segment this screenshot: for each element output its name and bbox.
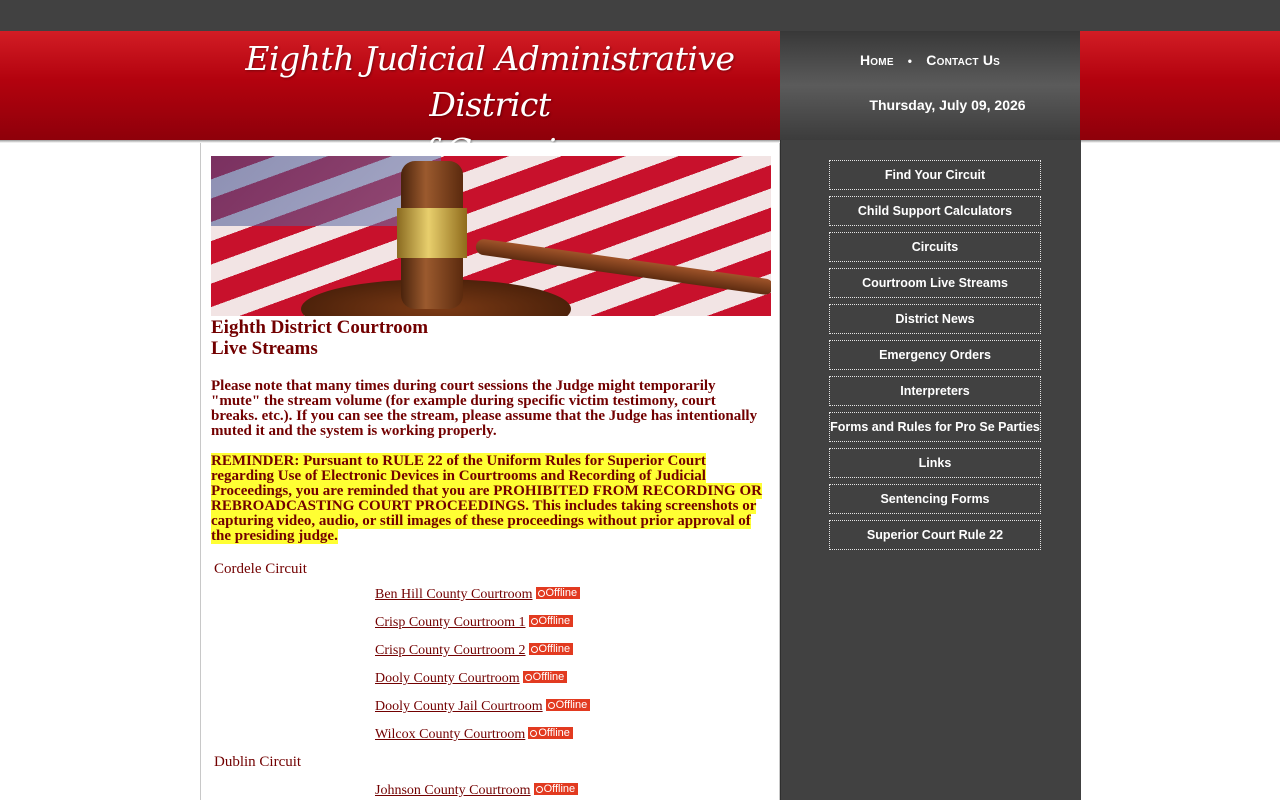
circuit-name: Dublin Circuit [214,754,302,770]
sidebar-item-superior-court-rule-22[interactable]: Superior Court Rule 22 [829,520,1041,550]
courtroom-link[interactable]: Dooly County Courtroom [375,671,520,686]
page-title-line2: Live Streams [211,338,318,359]
status-label: Offline [543,783,576,795]
offline-badge: Offline [528,727,573,739]
status-label: Offline [538,615,571,627]
power-icon [530,730,538,737]
sidebar: Find Your Circuit Child Support Calculat… [780,140,1081,800]
status-label: Offline [532,671,565,683]
main-content: Eighth District Courtroom Live Streams P… [200,143,780,800]
sidebar-item-circuits[interactable]: Circuits [829,232,1041,262]
current-date: Thursday, July 09, 2026 [869,97,1026,113]
sidebar-item-sentencing-forms[interactable]: Sentencing Forms [829,484,1041,514]
power-icon [530,618,538,625]
power-icon [524,674,532,681]
offline-badge: Offline [545,699,591,711]
power-icon [535,786,543,793]
courtroom-link[interactable]: Crisp County Courtroom 2 [375,643,526,658]
sidebar-item-courtroom-live-streams[interactable]: Courtroom Live Streams [829,268,1041,298]
recording-reminder: REMINDER: Pursuant to RULE 22 of the Uni… [211,453,766,544]
courtroom-link[interactable]: Wilcox County Courtroom [375,727,525,742]
power-icon [530,646,538,653]
sidebar-item-interpreters[interactable]: Interpreters [829,376,1041,406]
site-title-line1: Eighth Judicial Administrative District [245,39,735,124]
page-title-line1: Eighth District Courtroom [211,317,429,338]
sidebar-item-links[interactable]: Links [829,448,1041,478]
top-bar [0,0,1280,31]
status-label: Offline [538,727,570,739]
courtroom-item: Crisp County Courtroom 2 Offline [375,643,574,659]
courtroom-item: Crisp County Courtroom 1 Offline [375,615,574,631]
offline-badge: Offline [528,643,574,655]
courtroom-item: Ben Hill County Courtroom Offline [375,587,581,603]
status-label: Offline [545,587,578,599]
header-nav-box: Home • Contact Us Thursday, July 09, 202… [780,31,1080,140]
sidebar-item-district-news[interactable]: District News [829,304,1041,334]
recording-reminder-text: REMINDER: Pursuant to RULE 22 of the Uni… [211,453,762,544]
sidebar-item-emergency-orders[interactable]: Emergency Orders [829,340,1041,370]
hero-gavel-band [397,208,467,258]
hero-gavel-image [211,156,771,316]
offline-badge: Offline [528,615,574,627]
courtroom-item: Johnson County Courtroom Offline [375,783,579,799]
status-label: Offline [555,699,588,711]
offline-badge: Offline [533,783,579,795]
offline-badge: Offline [535,587,581,599]
power-icon [537,590,545,597]
courtroom-link[interactable]: Ben Hill County Courtroom [375,587,533,602]
courtroom-link[interactable]: Johnson County Courtroom [375,783,531,798]
power-icon [547,702,555,709]
courtroom-item: Wilcox County Courtroom Offline [375,727,573,743]
page-title: Eighth District Courtroom Live Streams [211,317,428,359]
circuit-name: Cordele Circuit [214,561,307,577]
sidebar-item-find-your-circuit[interactable]: Find Your Circuit [829,160,1041,190]
mute-notice: Please note that many times during court… [211,378,758,439]
courtroom-link[interactable]: Dooly County Jail Courtroom [375,699,543,714]
top-nav: Home • Contact Us [780,52,1080,68]
courtroom-link[interactable]: Crisp County Courtroom 1 [375,615,526,630]
status-label: Offline [538,643,571,655]
nav-contact-link[interactable]: Contact Us [926,52,1000,68]
courtroom-item: Dooly County Courtroom Offline [375,671,568,687]
nav-home-link[interactable]: Home [860,52,894,68]
sidebar-item-forms-and-rules[interactable]: Forms and Rules for Pro Se Parties [829,412,1041,442]
courtroom-item: Dooly County Jail Courtroom Offline [375,699,591,715]
sidebar-menu: Find Your Circuit Child Support Calculat… [829,160,1041,556]
sidebar-item-child-support-calculators[interactable]: Child Support Calculators [829,196,1041,226]
nav-separator: • [907,54,913,68]
offline-badge: Offline [522,671,568,683]
